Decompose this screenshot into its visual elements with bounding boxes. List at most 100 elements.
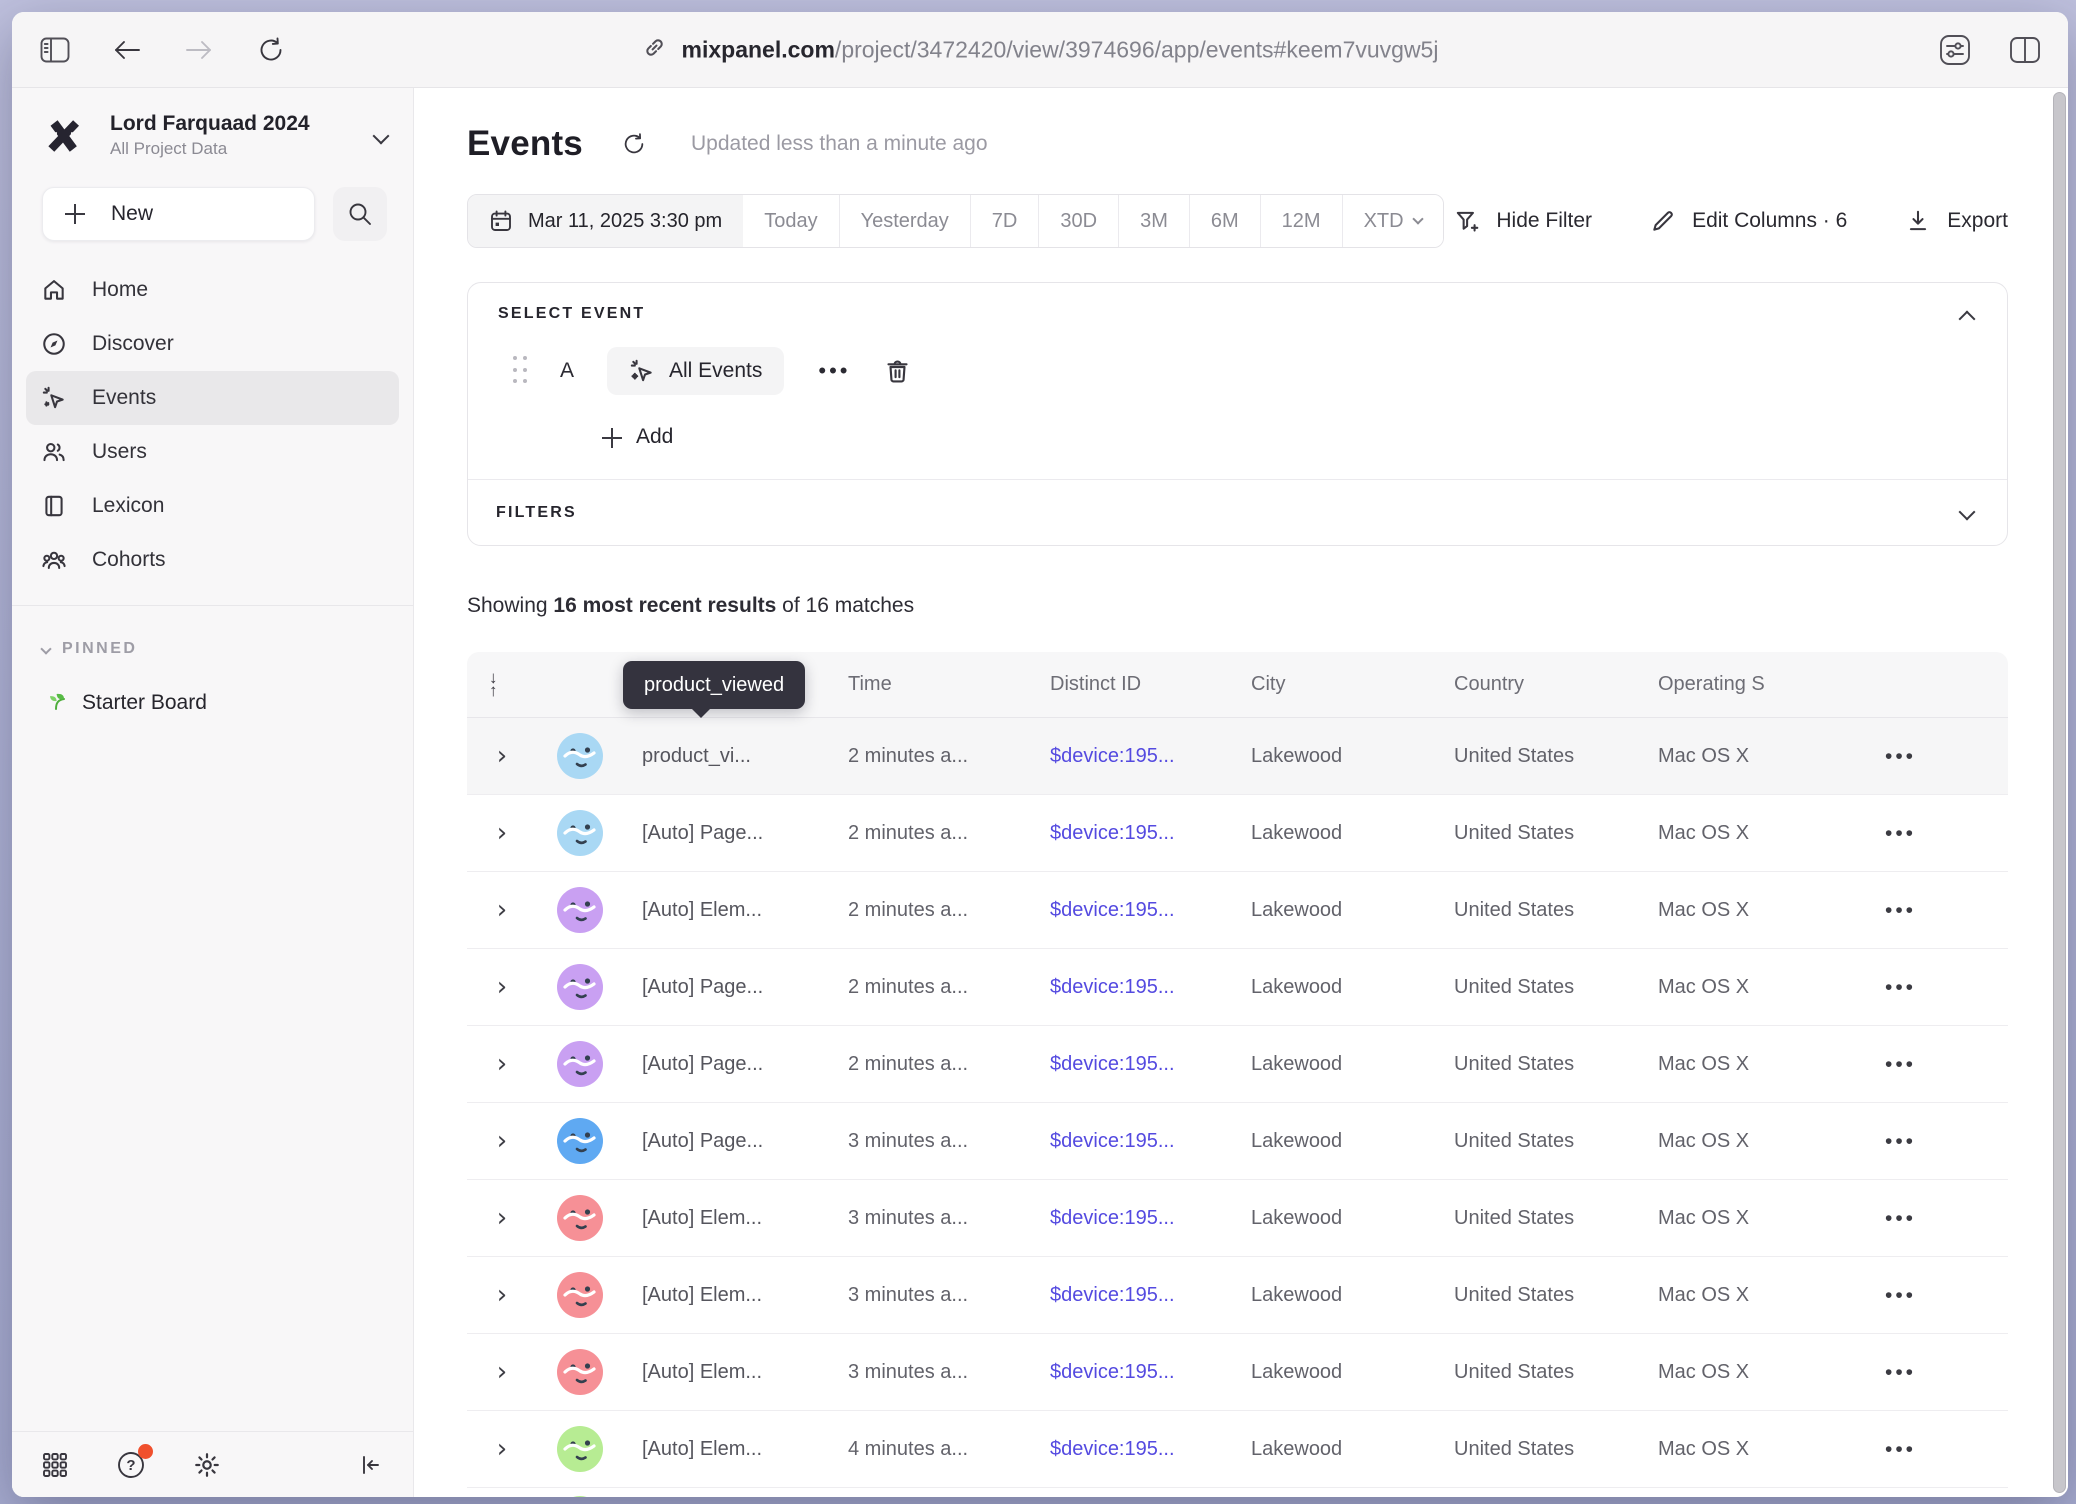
table-row[interactable]: › [Auto] Elem... 3 minutes a... $device:… <box>467 1257 2008 1334</box>
event-name[interactable]: [Auto] Elem... <box>607 1361 813 1384</box>
refresh-icon[interactable] <box>617 127 651 161</box>
table-row[interactable]: › product_vi... 2 minutes a... $device:1… <box>467 718 2008 795</box>
table-row[interactable]: › [Auto] Page... 2 minutes a... $device:… <box>467 1026 2008 1103</box>
row-menu-button[interactable]: ••• <box>1881 742 1920 771</box>
sidebar-item-events[interactable]: Events <box>26 371 399 425</box>
column-header-distinct-id[interactable]: Distinct ID <box>1015 673 1216 696</box>
expand-chevron-icon[interactable]: › <box>467 1203 537 1233</box>
expand-chevron-icon[interactable]: › <box>467 818 537 848</box>
pinned-section-toggle[interactable]: PINNED <box>12 606 413 658</box>
drag-handle-icon[interactable] <box>513 356 527 386</box>
row-menu-button[interactable]: ••• <box>1881 1050 1920 1079</box>
page-scrollbar[interactable] <box>2053 92 2066 1493</box>
expand-chevron-icon[interactable]: › <box>467 1280 537 1310</box>
apps-grid-icon[interactable] <box>38 1448 72 1482</box>
row-menu-button[interactable]: ••• <box>1881 973 1920 1002</box>
add-event-button[interactable]: Add <box>602 425 673 449</box>
project-switcher[interactable]: Lord Farquaad 2024 All Project Data <box>12 88 413 159</box>
sidebar-item-starter-board[interactable]: Starter Board <box>12 658 413 718</box>
event-country: United States <box>1419 822 1623 845</box>
settings-gear-icon[interactable] <box>190 1448 224 1482</box>
event-name[interactable]: [Auto] Elem... <box>607 1207 813 1230</box>
edit-columns-button[interactable]: Edit Columns · 6 <box>1650 208 1847 234</box>
expand-chevron-icon[interactable]: › <box>467 1357 537 1387</box>
table-row[interactable]: › [Auto] Elem... 3 minutes a... $device:… <box>467 1180 2008 1257</box>
collapse-sidebar-icon[interactable] <box>353 1448 387 1482</box>
export-button[interactable]: Export <box>1905 208 2008 234</box>
expand-chevron-icon[interactable]: › <box>467 1434 537 1464</box>
row-menu-button[interactable]: ••• <box>1881 896 1920 925</box>
table-row[interactable]: › ••• <box>467 1488 2008 1497</box>
sort-icon[interactable]: ↓↑ <box>467 672 537 696</box>
sidebar-item-users[interactable]: Users <box>26 425 399 479</box>
range-button-3m[interactable]: 3M <box>1118 195 1189 247</box>
reload-icon[interactable] <box>254 33 288 67</box>
expand-chevron-icon[interactable]: › <box>467 895 537 925</box>
range-button-xtd[interactable]: XTD <box>1342 195 1443 247</box>
range-button-30d[interactable]: 30D <box>1038 195 1118 247</box>
expand-filters-button[interactable] <box>1955 500 1979 527</box>
delete-event-button[interactable] <box>884 358 911 385</box>
row-menu-button[interactable]: ••• <box>1881 1435 1920 1464</box>
event-name[interactable]: [Auto] Elem... <box>607 1438 813 1461</box>
row-menu-button[interactable]: ••• <box>1881 1127 1920 1156</box>
sidebar-item-home[interactable]: Home <box>26 263 399 317</box>
distinct-id-link[interactable]: $device:195... <box>1050 1207 1175 1229</box>
sidebar-toggle-icon[interactable] <box>38 33 72 67</box>
row-menu-button[interactable]: ••• <box>1881 1358 1920 1387</box>
split-view-icon[interactable] <box>2008 33 2042 67</box>
date-picker-button[interactable]: Mar 11, 2025 3:30 pm <box>468 195 743 247</box>
table-row[interactable]: › [Auto] Page... 2 minutes a... $device:… <box>467 949 2008 1026</box>
distinct-id-link[interactable]: $device:195... <box>1050 1130 1175 1152</box>
table-row[interactable]: › [Auto] Elem... 3 minutes a... $device:… <box>467 1334 2008 1411</box>
back-icon[interactable] <box>110 33 144 67</box>
table-row[interactable]: › [Auto] Elem... 2 minutes a... $device:… <box>467 872 2008 949</box>
distinct-id-link[interactable]: $device:195... <box>1050 1361 1175 1383</box>
range-button-6m[interactable]: 6M <box>1189 195 1260 247</box>
event-name[interactable]: [Auto] Page... <box>607 822 813 845</box>
event-name[interactable]: [Auto] Page... <box>607 976 813 999</box>
range-button-7d[interactable]: 7D <box>970 195 1039 247</box>
forward-icon[interactable] <box>182 33 216 67</box>
collapse-section-button[interactable] <box>1955 307 1979 334</box>
event-overflow-button[interactable]: ••• <box>814 356 854 386</box>
range-button-yesterday[interactable]: Yesterday <box>839 195 970 247</box>
event-selector-pill[interactable]: All Events <box>607 347 784 395</box>
table-row[interactable]: › [Auto] Page... 3 minutes a... $device:… <box>467 1103 2008 1180</box>
expand-chevron-icon[interactable]: › <box>467 1126 537 1156</box>
expand-chevron-icon[interactable]: › <box>467 1049 537 1079</box>
table-row[interactable]: › [Auto] Elem... 4 minutes a... $device:… <box>467 1411 2008 1488</box>
distinct-id-link[interactable]: $device:195... <box>1050 1438 1175 1460</box>
sidebar-item-cohorts[interactable]: Cohorts <box>26 533 399 587</box>
sidebar-item-discover[interactable]: Discover <box>26 317 399 371</box>
url-bar[interactable]: mixpanel.com/project/3472420/view/397469… <box>642 34 1439 65</box>
range-button-today[interactable]: Today <box>743 195 838 247</box>
range-button-12m[interactable]: 12M <box>1260 195 1342 247</box>
event-name[interactable]: product_vi... <box>607 745 813 768</box>
search-button[interactable] <box>333 187 387 241</box>
new-button[interactable]: New <box>42 187 315 241</box>
table-row[interactable]: › [Auto] Page... 2 minutes a... $device:… <box>467 795 2008 872</box>
event-name[interactable]: [Auto] Elem... <box>607 1284 813 1307</box>
column-header-time[interactable]: Time <box>813 673 1015 696</box>
row-menu-button[interactable]: ••• <box>1881 1204 1920 1233</box>
distinct-id-link[interactable]: $device:195... <box>1050 976 1175 998</box>
expand-chevron-icon[interactable]: › <box>467 972 537 1002</box>
distinct-id-link[interactable]: $device:195... <box>1050 899 1175 921</box>
page-settings-icon[interactable] <box>1938 33 1972 67</box>
hide-filter-button[interactable]: Hide Filter <box>1454 208 1592 234</box>
sidebar-item-lexicon[interactable]: Lexicon <box>26 479 399 533</box>
row-menu-button[interactable]: ••• <box>1881 1281 1920 1310</box>
column-header-os[interactable]: Operating S <box>1623 673 1793 696</box>
event-name[interactable]: [Auto] Page... <box>607 1053 813 1076</box>
expand-chevron-icon[interactable]: › <box>467 741 537 771</box>
distinct-id-link[interactable]: $device:195... <box>1050 745 1175 767</box>
column-header-country[interactable]: Country <box>1419 673 1623 696</box>
distinct-id-link[interactable]: $device:195... <box>1050 1053 1175 1075</box>
event-name[interactable]: [Auto] Page... <box>607 1130 813 1153</box>
distinct-id-link[interactable]: $device:195... <box>1050 1284 1175 1306</box>
row-menu-button[interactable]: ••• <box>1881 819 1920 848</box>
event-name[interactable]: [Auto] Elem... <box>607 899 813 922</box>
distinct-id-link[interactable]: $device:195... <box>1050 822 1175 844</box>
column-header-city[interactable]: City <box>1216 673 1419 696</box>
